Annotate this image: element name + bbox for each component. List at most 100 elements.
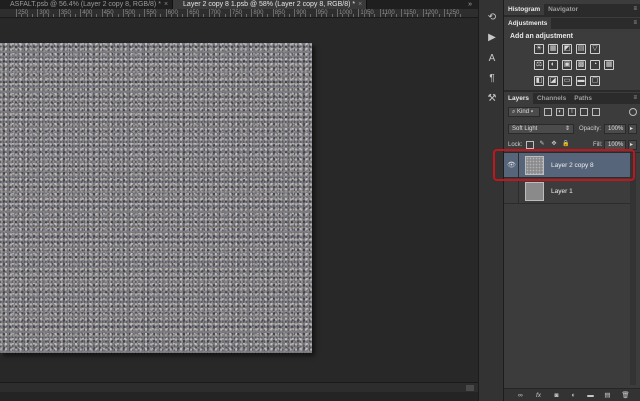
visibility-divider [518,179,519,204]
channel-mixer-icon[interactable]: ◔ [590,60,600,70]
ruler-minor-tick [149,14,151,17]
brightness-contrast-icon[interactable]: ☀ [534,44,544,54]
vibrance-icon[interactable]: ▽ [590,44,600,54]
adjustment-icons-row-1: ☀ ▦ ◩ ▤ ▽ [534,44,600,54]
lock-image-icon[interactable]: ✎ [538,141,546,149]
play-icon[interactable]: ▶ [486,32,498,44]
ruler-minor-tick [192,14,194,17]
document-tab-bar: ASFALT.psb @ 56.4% (Layer 2 copy 8, RGB/… [0,0,478,9]
tab-adjustments[interactable]: Adjustments [504,18,552,29]
more-tabs-icon[interactable]: » [468,0,472,9]
lock-transparent-icon[interactable] [526,141,534,149]
lock-position-icon[interactable]: ✥ [550,141,558,149]
gradient-map-icon[interactable]: ▬ [576,76,586,86]
tab-histogram[interactable]: Histogram [504,4,545,15]
link-icon[interactable]: ∞ [516,391,525,400]
document-tab-asfalt[interactable]: ASFALT.psb @ 56.4% (Layer 2 copy 8, RGB/… [0,0,174,9]
color-lookup-icon[interactable]: ▦ [604,60,614,70]
trash-icon[interactable]: 🗑 [621,391,630,400]
ruler-minor-tick [106,14,108,17]
panel-divider [504,90,640,92]
blend-mode-select[interactable]: Soft Light ⇕ [508,124,574,134]
panel-menu-icon[interactable]: ≡ [633,6,637,12]
new-layer-icon[interactable]: ▤ [603,391,612,400]
panel-menu-icon[interactable]: ≡ [633,20,637,26]
ruler-minor-tick [433,14,435,17]
filter-type-icon[interactable]: T [568,108,576,116]
layers-panel-tabs: Layers Channels Paths ≡ [504,93,640,104]
adjustment-icons-row-2: ⚖ ◐ ▣ ▩ ◔ ▦ [534,60,614,70]
collapsed-panel-strip: ⟲ ▶ A ¶ ⚒ [478,0,504,401]
document-tab-label: ASFALT.psb @ 56.4% (Layer 2 copy 8, RGB/… [10,1,161,8]
layer-row-layer-1[interactable]: Layer 1 [504,179,630,204]
ruler-tick-label: 1150 [403,10,417,16]
ruler-minor-tick [256,14,258,17]
tab-paths[interactable]: Paths [570,93,596,104]
blend-mode-value: Soft Light [512,126,538,132]
ruler-minor-tick [385,14,387,17]
visibility-toggle-empty[interactable] [507,187,516,196]
layer-name[interactable]: Layer 1 [551,179,573,204]
paragraph-icon[interactable]: ¶ [486,73,498,85]
history-brush-icon[interactable]: ⟲ [486,12,498,24]
opacity-dropdown-icon[interactable]: ▸ [628,124,637,134]
filter-smart-object-icon[interactable] [592,108,600,116]
tab-navigator[interactable]: Navigator [544,4,582,15]
group-icon[interactable]: ▬ [586,391,595,400]
ruler-minor-tick [395,14,397,17]
mask-icon[interactable]: ◙ [552,391,561,400]
posterize-icon[interactable]: ◪ [548,76,558,86]
exposure-icon[interactable]: ▤ [576,44,586,54]
filter-adjustment-icon[interactable]: ◐ [556,108,564,116]
opacity-input[interactable]: 100% [604,124,626,134]
selective-color-icon[interactable]: ▢ [590,76,600,86]
lock-all-icon[interactable]: 🔒 [562,141,570,149]
curves-icon[interactable]: ◩ [562,44,572,54]
document-canvas-asphalt-texture[interactable] [0,43,312,353]
ruler-major-tick [101,9,103,17]
ruler-minor-tick [449,14,451,17]
layers-scrollbar[interactable] [630,153,636,385]
hue-saturation-icon[interactable]: ⚖ [534,60,544,70]
ruler-minor-tick [411,14,413,17]
ruler-tick-label: 1100 [381,10,395,16]
ruler-minor-tick [48,14,50,17]
color-balance-icon[interactable]: ◐ [548,60,558,70]
horizontal-ruler: 250 300 350 400 450 500 550 600 650 700 750 800 850 9… [0,9,478,18]
photo-filter-icon[interactable]: ▩ [576,60,586,70]
invert-icon[interactable]: ◧ [534,76,544,86]
ruler-minor-tick [160,14,162,17]
filter-pixel-icon[interactable] [544,108,552,116]
panel-menu-icon[interactable]: ≡ [633,95,637,101]
opacity-label: Opacity: [579,126,602,132]
ruler-minor-tick [369,14,371,17]
document-tab-label: Layer 2 copy 8 1.psb @ 58% (Layer 2 copy… [183,1,356,8]
ruler-minor-tick [224,14,226,17]
fx-icon[interactable]: fx [534,391,543,400]
horizontal-scrollbar[interactable] [0,382,478,392]
ruler-minor-tick [219,14,221,17]
close-icon[interactable]: × [358,1,362,8]
close-icon[interactable]: × [164,1,168,8]
document-tab-layer2copy8[interactable]: Layer 2 copy 8 1.psb @ 58% (Layer 2 copy… [173,0,368,9]
ruler-minor-tick [374,14,376,17]
character-icon[interactable]: A [486,53,498,65]
levels-icon[interactable]: ▦ [548,44,558,54]
ruler-minor-tick [139,14,141,17]
filter-toggle-icon[interactable] [629,108,637,116]
filter-kind-select[interactable]: ⌕ Kind ▾ [508,107,540,117]
ruler-major-tick [208,9,210,17]
tool-presets-icon[interactable]: ⚒ [486,93,498,105]
scroll-thumb[interactable] [466,385,474,391]
ruler-minor-tick [454,14,456,17]
tab-layers[interactable]: Layers [504,93,533,104]
ruler-minor-tick [32,14,34,17]
adjustment-icon[interactable]: ◐ [569,391,578,400]
ruler-minor-tick [128,14,130,17]
layer-thumbnail[interactable] [525,182,544,201]
black-white-icon[interactable]: ▣ [562,60,572,70]
tab-channels[interactable]: Channels [533,93,570,104]
ruler-major-tick [80,9,82,17]
filter-shape-icon[interactable] [580,108,588,116]
threshold-icon[interactable]: ▭ [562,76,572,86]
